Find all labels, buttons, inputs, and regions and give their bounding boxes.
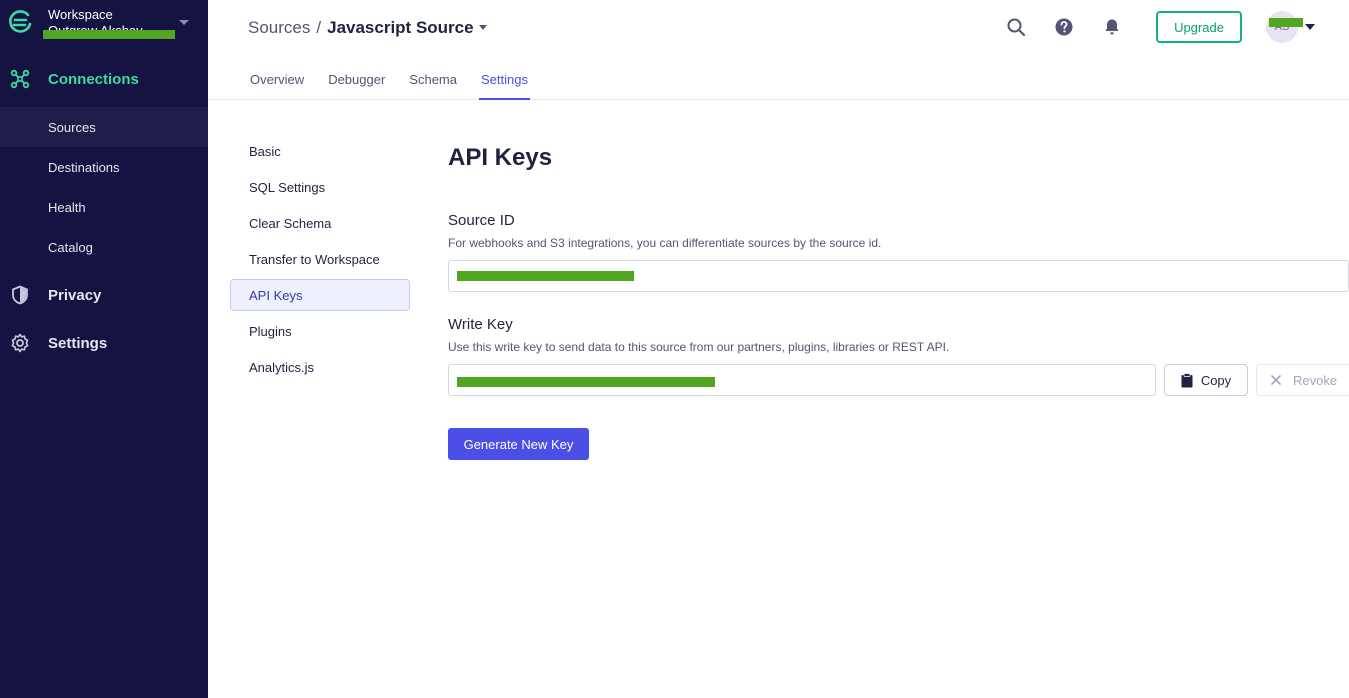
- sidebar-item-sources[interactable]: Sources: [0, 107, 208, 147]
- upgrade-button[interactable]: Upgrade: [1156, 11, 1242, 43]
- source-id-help: For webhooks and S3 integrations, you ca…: [448, 236, 882, 250]
- write-key-help: Use this write key to send data to this …: [448, 340, 950, 354]
- breadcrumb-current: Javascript Source: [327, 18, 474, 37]
- connections-icon: [10, 69, 30, 89]
- breadcrumb-sources-link[interactable]: Sources: [248, 18, 310, 37]
- page-header: Sources / Javascript Source Upgrade AS Ove…: [208, 0, 1349, 100]
- source-tabs: Overview Debugger Schema Settings: [248, 60, 550, 100]
- source-id-field[interactable]: [448, 260, 1349, 292]
- source-id-label: Source ID: [448, 212, 515, 229]
- tab-schema[interactable]: Schema: [407, 60, 459, 100]
- generate-new-key-button[interactable]: Generate New Key: [448, 428, 589, 460]
- source-switcher-chevron-icon[interactable]: [479, 25, 487, 30]
- nav-connections-label: Connections: [48, 70, 139, 88]
- nav-privacy[interactable]: Privacy: [0, 275, 208, 315]
- settings-subnav: Basic SQL Settings Clear Schema Transfer…: [230, 135, 410, 387]
- subnav-api-keys[interactable]: API Keys: [230, 279, 410, 311]
- subnav-basic[interactable]: Basic: [230, 135, 410, 167]
- sidebar-item-destinations[interactable]: Destinations: [0, 147, 208, 187]
- account-chevron-down-icon[interactable]: [1305, 24, 1315, 30]
- write-key-field[interactable]: [448, 364, 1156, 396]
- revoke-button-label: Revoke: [1293, 372, 1338, 388]
- source-id-redaction: [457, 271, 634, 281]
- revoke-button[interactable]: Revoke: [1256, 364, 1349, 396]
- workspace-name-redaction: [43, 30, 175, 39]
- chevron-down-icon: [179, 20, 189, 25]
- subnav-analytics-js[interactable]: Analytics.js: [230, 351, 410, 383]
- nav-settings[interactable]: Settings: [0, 323, 208, 363]
- subnav-sql-settings[interactable]: SQL Settings: [230, 171, 410, 203]
- shield-icon: [12, 285, 28, 305]
- copy-button[interactable]: Copy: [1164, 364, 1248, 396]
- subnav-transfer-to-workspace[interactable]: Transfer to Workspace: [230, 243, 410, 275]
- tab-overview[interactable]: Overview: [248, 60, 306, 100]
- write-key-label: Write Key: [448, 316, 513, 333]
- sidebar: Workspace Outgrow Akshay Connections Sou…: [0, 0, 208, 698]
- page-title: API Keys: [448, 144, 553, 171]
- workspace-label: Workspace: [48, 7, 113, 22]
- segment-logo-icon: [9, 10, 32, 33]
- close-icon: [1271, 375, 1281, 385]
- help-icon[interactable]: [1054, 17, 1074, 37]
- nav-settings-label: Settings: [48, 334, 108, 352]
- subnav-clear-schema[interactable]: Clear Schema: [230, 207, 410, 239]
- breadcrumb-separator: /: [316, 18, 322, 37]
- subnav-plugins[interactable]: Plugins: [230, 315, 410, 347]
- tab-settings[interactable]: Settings: [479, 60, 530, 100]
- clipboard-icon: [1181, 372, 1193, 387]
- workspace-switcher[interactable]: Workspace Outgrow Akshay: [0, 0, 208, 56]
- copy-button-label: Copy: [1200, 372, 1232, 388]
- search-icon[interactable]: [1006, 17, 1026, 37]
- avatar-redaction: [1269, 18, 1303, 27]
- nav-connections[interactable]: Connections: [0, 59, 208, 99]
- sidebar-item-health[interactable]: Health: [0, 187, 208, 227]
- breadcrumb: Sources / Javascript Source: [248, 18, 474, 38]
- write-key-redaction: [457, 377, 715, 387]
- gear-icon: [11, 333, 29, 353]
- bell-icon[interactable]: [1102, 17, 1122, 37]
- sidebar-item-catalog[interactable]: Catalog: [0, 227, 208, 267]
- avatar[interactable]: AS: [1266, 11, 1298, 43]
- nav-privacy-label: Privacy: [48, 286, 102, 304]
- tab-debugger[interactable]: Debugger: [326, 60, 387, 100]
